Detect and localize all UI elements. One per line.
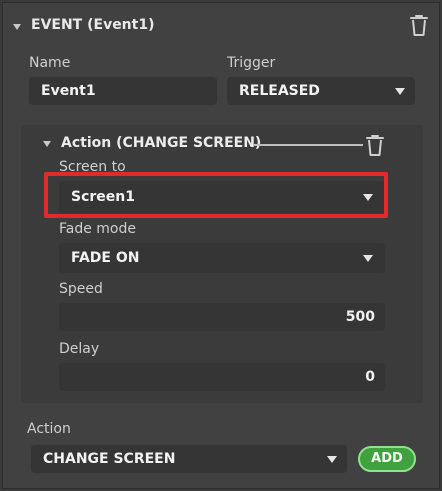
trash-icon[interactable] xyxy=(365,133,385,157)
dropdown-caret-icon xyxy=(327,456,337,463)
name-value: Event1 xyxy=(41,83,96,99)
divider xyxy=(253,144,363,146)
trigger-select[interactable]: RELEASED xyxy=(227,77,415,105)
delay-value: 0 xyxy=(365,369,375,385)
collapse-arrow-icon[interactable] xyxy=(13,24,21,30)
event-panel: EVENT (Event1) Name Event1 Trigger RELEA… xyxy=(2,2,440,489)
action-block-title: Action (CHANGE SCREEN) xyxy=(61,135,262,151)
name-field[interactable]: Event1 xyxy=(29,77,217,105)
dropdown-caret-icon xyxy=(363,255,373,262)
name-label: Name xyxy=(29,55,71,71)
action-block: Action (CHANGE SCREEN) Screen to Screen1… xyxy=(21,125,423,403)
action-select[interactable]: CHANGE SCREEN xyxy=(31,445,347,473)
add-button[interactable]: ADD xyxy=(358,446,416,472)
fade-mode-value: FADE ON xyxy=(71,250,140,266)
action-value: CHANGE SCREEN xyxy=(43,451,176,467)
speed-value: 500 xyxy=(345,309,375,325)
trigger-label: Trigger xyxy=(227,55,276,71)
event-title: EVENT (Event1) xyxy=(31,17,155,33)
speed-label: Speed xyxy=(59,281,103,297)
fade-mode-label: Fade mode xyxy=(59,221,136,237)
speed-input[interactable]: 500 xyxy=(59,303,385,331)
highlight-box xyxy=(44,172,388,218)
trash-icon[interactable] xyxy=(409,13,429,37)
delay-label: Delay xyxy=(59,341,100,357)
fade-mode-select[interactable]: FADE ON xyxy=(59,243,385,273)
dropdown-caret-icon xyxy=(395,88,405,95)
collapse-arrow-icon[interactable] xyxy=(43,141,51,147)
trigger-value: RELEASED xyxy=(239,83,320,99)
delay-input[interactable]: 0 xyxy=(59,363,385,391)
action-label: Action xyxy=(27,421,71,437)
